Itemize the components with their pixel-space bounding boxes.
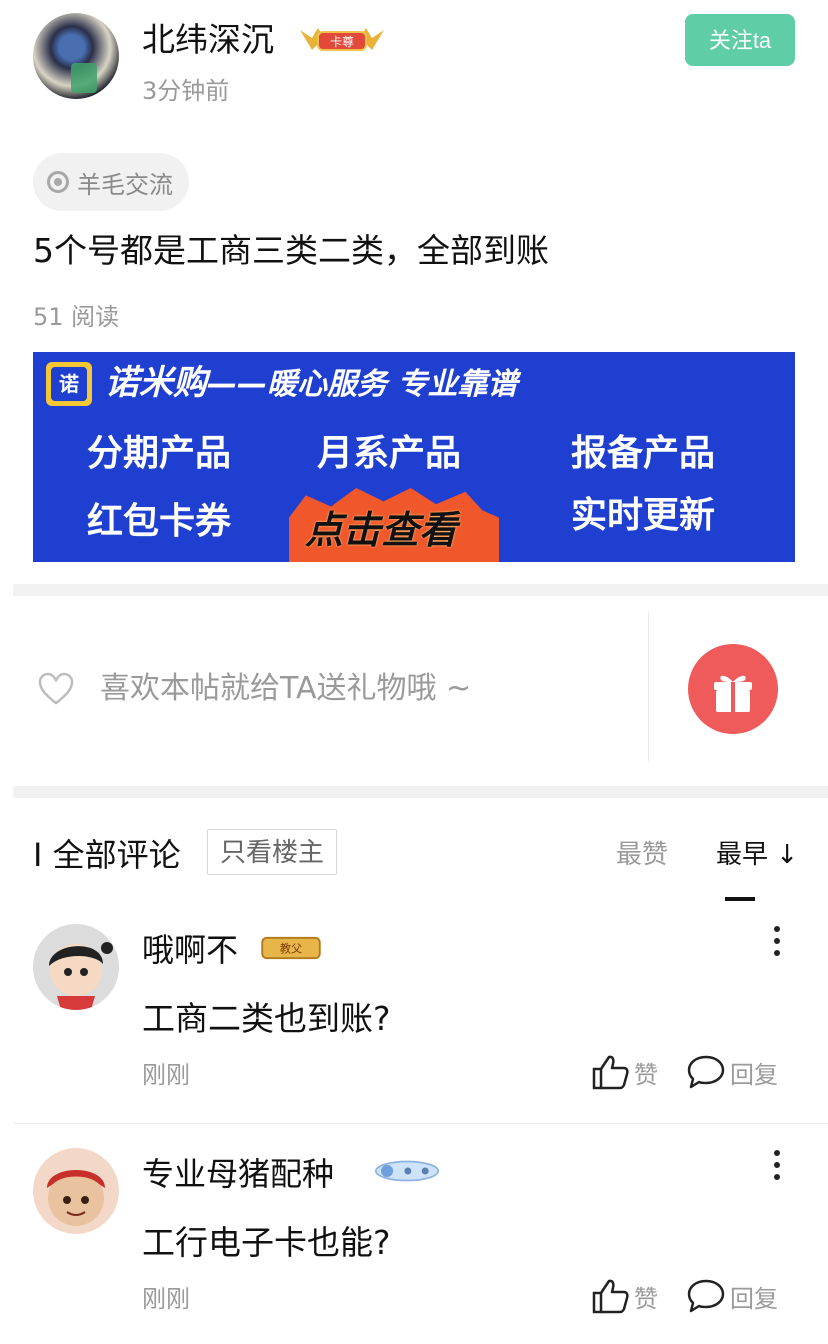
banner-tagline: ——暖心服务 专业靠谱	[207, 367, 518, 402]
author-name[interactable]: 北纬深沉	[142, 18, 274, 62]
banner-brand: 诺米购	[105, 363, 207, 403]
active-sort-indicator	[725, 897, 755, 901]
reply-button[interactable]: 回复	[686, 1278, 778, 1314]
comment-more-icon[interactable]	[774, 1150, 782, 1186]
firefighter-doll-avatar-image	[47, 1170, 105, 1226]
post-content: 5个号都是工商三类二类，全部到账	[33, 231, 549, 270]
ad-banner[interactable]: 诺 诺米购——暖心服务 专业靠谱 分期产品 月系产品 报备产品 红包卡券 实时更…	[33, 352, 795, 562]
banner-logo-text: 诺	[51, 367, 87, 401]
banner-item-realtime: 实时更新	[571, 495, 716, 536]
like-button[interactable]: 赞	[592, 1054, 658, 1090]
reply-label: 回复	[730, 1284, 778, 1313]
gift-prompt: 喜欢本帖就给TA送礼物哦 ~	[100, 671, 472, 706]
comment-more-icon[interactable]	[774, 926, 782, 962]
commenter-avatar[interactable]	[33, 1148, 119, 1234]
speech-bubble-icon	[687, 1055, 725, 1089]
follow-button[interactable]: 关注ta	[685, 14, 795, 66]
reply-button[interactable]: 回复	[686, 1054, 778, 1090]
banner-item-registered: 报备产品	[571, 433, 716, 474]
gift-divider	[648, 612, 649, 762]
commenter-avatar[interactable]	[33, 924, 119, 1010]
banner-title: 诺米购——暖心服务 专业靠谱	[105, 360, 517, 408]
banner-item-installment: 分期产品	[87, 433, 232, 474]
vip-badge-label: 卡尊	[330, 34, 354, 49]
cartoon-face-avatar-image	[49, 942, 113, 1010]
author-avatar[interactable]	[33, 13, 119, 99]
like-label: 赞	[634, 1284, 658, 1313]
comments-title: I 全部评论	[33, 836, 181, 874]
gift-icon	[714, 675, 752, 712]
comment-time: 刚刚	[142, 1061, 190, 1089]
commenter-name[interactable]: 专业母猪配种	[142, 1152, 334, 1196]
topic-tag-label: 羊毛交流	[77, 170, 173, 199]
topic-icon	[47, 171, 69, 193]
reply-label: 回复	[730, 1060, 778, 1089]
comment-time: 刚刚	[142, 1285, 190, 1313]
banner-logo: 诺	[46, 362, 92, 406]
banner-item-monthly: 月系产品	[317, 433, 462, 474]
thumbs-up-icon	[592, 1055, 629, 1090]
post-time: 3分钟前	[142, 77, 230, 105]
like-label: 赞	[634, 1060, 658, 1089]
thumbs-up-icon	[592, 1279, 629, 1314]
sort-by-likes-tab[interactable]: 最赞	[616, 838, 668, 872]
sort-by-earliest-tab[interactable]: 最早 ↓	[716, 838, 798, 872]
speech-bubble-icon	[687, 1279, 725, 1313]
read-count: 51 阅读	[33, 303, 120, 331]
banner-item-coupons: 红包卡券	[87, 501, 232, 542]
comment-text: 工商二类也到账?	[142, 999, 391, 1038]
section-divider	[13, 786, 828, 798]
heart-icon[interactable]	[38, 672, 74, 706]
comment-separator	[13, 1123, 828, 1124]
topic-tag[interactable]: 羊毛交流	[33, 153, 189, 211]
godfather-badge: 教父	[261, 936, 321, 960]
op-only-filter-button[interactable]: 只看楼主	[207, 829, 337, 875]
send-gift-button[interactable]	[688, 644, 778, 734]
vip-crown-badge: 卡尊	[300, 28, 384, 51]
comment-text: 工行电子卡也能?	[142, 1223, 391, 1262]
banner-cta[interactable]: 点击查看	[305, 506, 457, 554]
section-divider	[13, 584, 828, 596]
level-badge	[374, 1160, 440, 1182]
commenter-name[interactable]: 哦啊不	[142, 928, 238, 972]
like-button[interactable]: 赞	[592, 1278, 658, 1314]
godfather-badge-label: 教父	[280, 943, 302, 956]
